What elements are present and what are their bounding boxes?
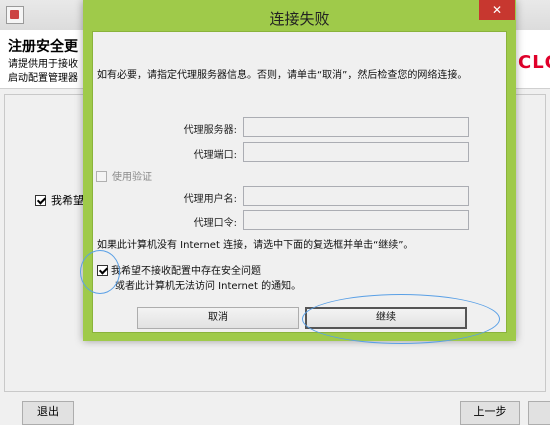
proxy-user-label: 代理用户名:: [183, 194, 237, 205]
app-icon: [6, 6, 24, 24]
proxy-info-text: 如有必要，请指定代理服务器信息。否则，请单击“取消”，然后检查您的网络连接。: [97, 70, 468, 81]
proxy-user-input[interactable]: [243, 186, 469, 206]
proxy-port-input[interactable]: [243, 142, 469, 162]
brand-logo: CLC: [518, 52, 550, 73]
close-icon[interactable]: ✕: [479, 0, 515, 20]
use-auth-checkbox-box[interactable]: [96, 171, 107, 182]
proxy-server-input[interactable]: [243, 117, 469, 137]
use-auth-checkbox[interactable]: 使用验证: [96, 168, 152, 183]
proxy-server-label: 代理服务器:: [183, 125, 237, 136]
background-description-line2: 启动配置管理器: [8, 73, 78, 84]
next-button-partial[interactable]: [528, 401, 550, 425]
background-checkbox-box[interactable]: [35, 195, 46, 206]
connection-failed-dialog: 连接失败 ✕ 如有必要，请指定代理服务器信息。否则，请单击“取消”，然后检查您的…: [83, 0, 516, 341]
proxy-password-input[interactable]: [243, 210, 469, 230]
back-button[interactable]: 上一步: [460, 401, 520, 425]
opt-out-line1: 我希望不接收配置中存在安全问题: [111, 266, 261, 277]
background-description-line1: 请提供用于接收: [8, 59, 78, 70]
use-auth-label: 使用验证: [112, 172, 152, 183]
dialog-title: 连接失败: [269, 10, 330, 28]
opt-out-checkbox-box[interactable]: [97, 265, 108, 276]
continue-button[interactable]: 继续: [305, 307, 467, 329]
proxy-port-label: 代理端口:: [193, 150, 237, 161]
background-checkbox[interactable]: 我希望: [35, 192, 84, 208]
opt-out-line2: 或者此计算机无法访问 Internet 的通知。: [115, 281, 302, 292]
exit-button[interactable]: 退出: [22, 401, 74, 425]
cancel-button[interactable]: 取消: [137, 307, 299, 329]
no-internet-hint: 如果此计算机没有 Internet 连接，请选中下面的复选框并单击“继续”。: [97, 240, 414, 251]
background-description: 请提供用于接收 启动配置管理器: [8, 58, 88, 86]
proxy-password-label: 代理口令:: [193, 218, 237, 229]
opt-out-checkbox[interactable]: 我希望不接收配置中存在安全问题 或者此计算机无法访问 Internet 的通知。: [97, 264, 301, 294]
background-page-title: 注册安全更: [8, 39, 78, 55]
background-checkbox-label: 我希望: [51, 194, 84, 207]
dialog-content: 如有必要，请指定代理服务器信息。否则，请单击“取消”，然后检查您的网络连接。 代…: [92, 31, 507, 333]
